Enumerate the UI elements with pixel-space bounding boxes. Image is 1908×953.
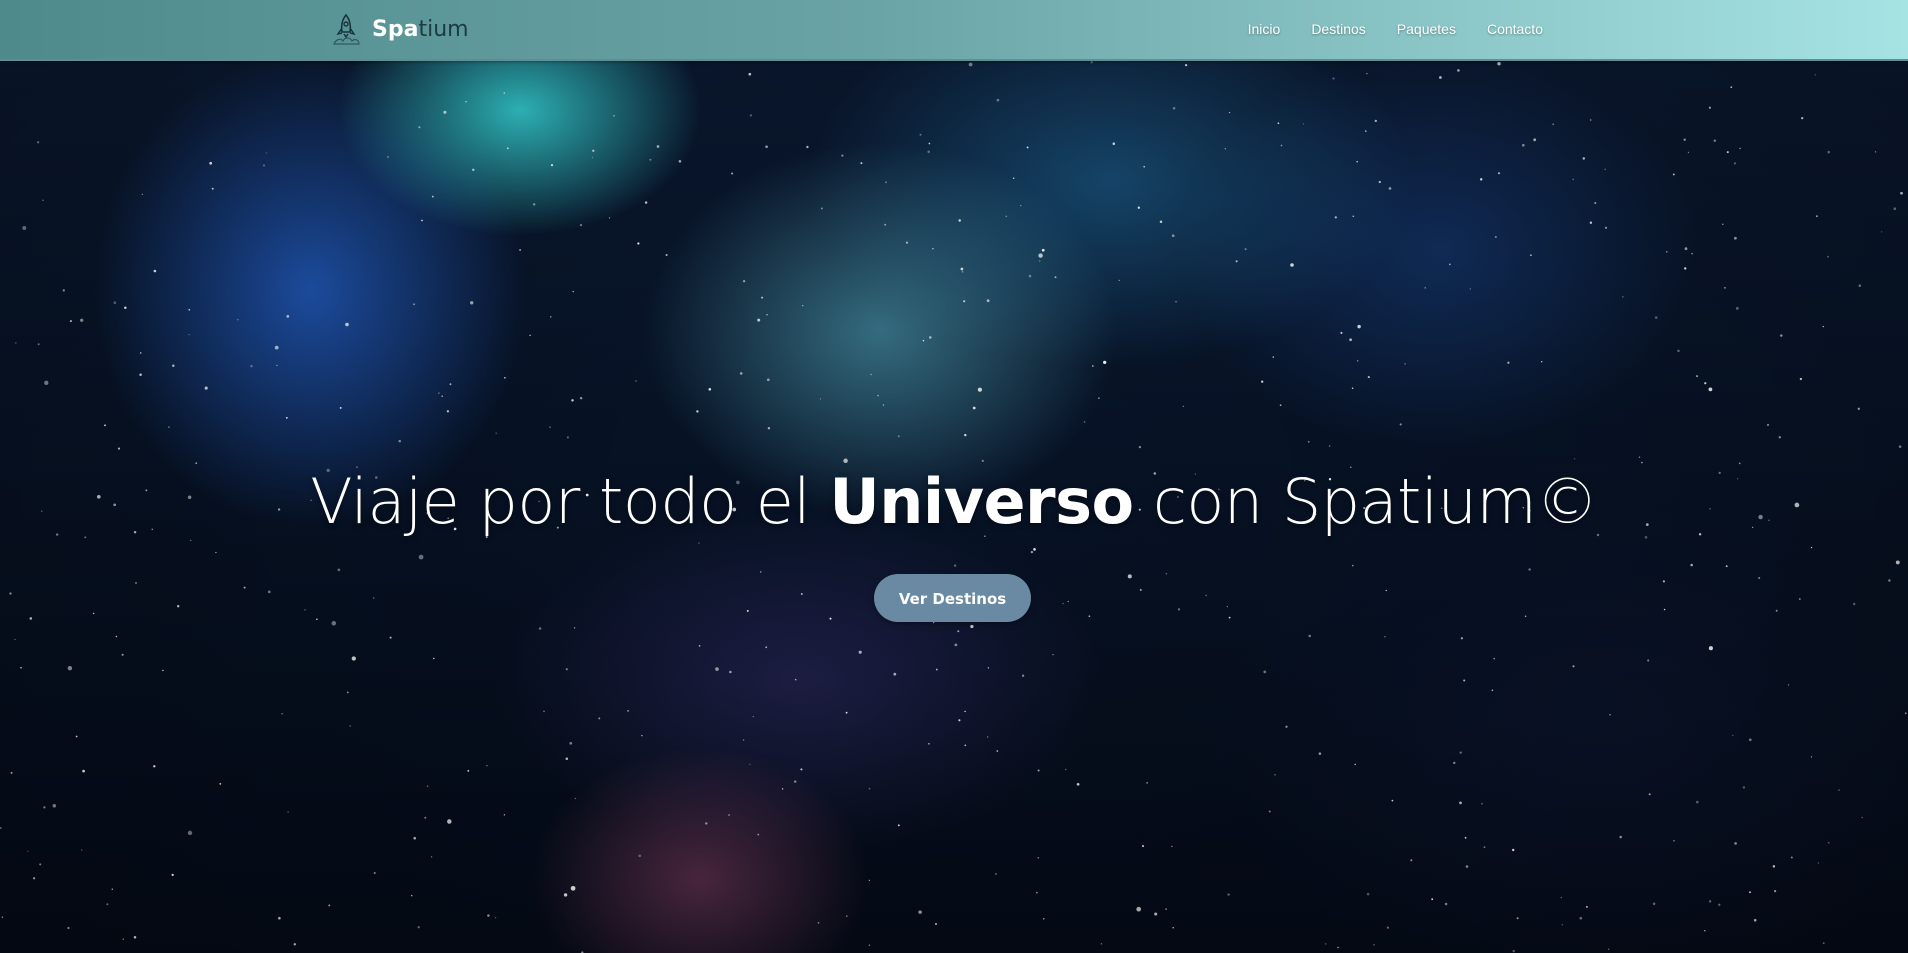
brand-logo[interactable]: Spatium xyxy=(330,12,469,48)
ver-destinos-button[interactable]: Ver Destinos xyxy=(874,574,1031,622)
hero-title-bold: Universo xyxy=(829,465,1134,538)
brand-name: Spatium xyxy=(372,15,469,45)
hero-title: Viaje por todo el Universo con Spatium© xyxy=(0,462,1908,542)
rocket-icon xyxy=(333,13,360,45)
nav-link-inicio[interactable]: Inicio xyxy=(1248,19,1281,39)
nav-menu: Inicio Destinos Paquetes Contacto xyxy=(1248,19,1543,39)
nav-link-destinos[interactable]: Destinos xyxy=(1311,19,1365,39)
landing-page: Spatium Inicio Destinos Paquetes Contact… xyxy=(0,0,1908,953)
top-navbar: Spatium Inicio Destinos Paquetes Contact… xyxy=(0,0,1908,61)
hero-title-part1: Viaje por todo el xyxy=(310,465,830,538)
brand-name-light: tium xyxy=(418,17,469,42)
nav-link-contacto[interactable]: Contacto xyxy=(1487,19,1543,39)
hero-title-part2: con Spatium© xyxy=(1133,465,1598,538)
nav-link-paquetes[interactable]: Paquetes xyxy=(1397,19,1456,39)
brand-name-strong: Spa xyxy=(372,17,419,42)
